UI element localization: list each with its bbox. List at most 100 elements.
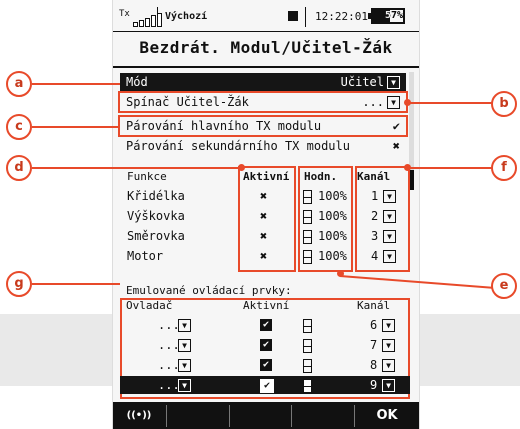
emulated-channel[interactable]: 9 [370,376,377,394]
callout-b: b [491,91,517,117]
switch-label: Spínač Učitel-Žák [126,95,249,109]
function-channel[interactable]: 3 [371,227,378,245]
dropdown-icon[interactable]: ▼ [382,319,395,332]
mode-label: Mód [126,75,148,89]
teacher-student-switch-row[interactable]: Spínač Učitel-Žák ... ▼ [118,91,408,113]
active-checkbox[interactable]: ✔ [260,359,272,371]
wireless-softkey[interactable]: ((•)) [113,402,165,429]
value-bar-icon [303,250,312,264]
dropdown-icon[interactable]: ▼ [178,379,191,392]
control-header: Ovladač [126,299,173,312]
pair-secondary-label: Párování sekundárního TX modulu [126,139,350,153]
function-active-toggle[interactable]: ✖ [260,207,267,225]
emulated-channel-header: Kanál [357,299,391,312]
dropdown-icon[interactable]: ▼ [178,319,191,332]
emulated-active-header: Aktivní [243,299,290,312]
battery-level: 57% [385,10,404,21]
page-title: Bezdrát. Modul/Učitel-Žák [139,38,393,57]
dropdown-icon[interactable]: ▼ [387,96,400,109]
tx-label: Tx [119,9,130,19]
function-name: Křidélka [127,189,185,203]
function-value[interactable]: 100% [318,227,347,245]
emulated-control[interactable]: ... [158,336,180,354]
emulated-channel[interactable]: 8 [370,356,377,374]
battery-icon: 57% [368,8,405,24]
dropdown-icon[interactable]: ▼ [383,250,396,263]
callout-line [32,167,242,169]
mode-row[interactable]: Mód Učitel ▼ [120,73,406,91]
active-checkbox[interactable]: ✔ [260,339,272,351]
value-bar-icon [303,190,312,204]
pair-primary-label: Párování hlavního TX modulu [126,119,322,133]
callout-a: a [6,71,32,97]
divider [305,7,306,27]
callout-line [32,283,120,285]
emulated-row[interactable]: ... ▼ ✔ 8 ▼ [120,356,410,374]
function-channel[interactable]: 1 [371,187,378,205]
callout-f: f [491,155,517,181]
pair-secondary-status: ✖ [392,139,400,153]
callout-g: g [6,271,32,297]
callout-line [32,83,120,85]
function-name: Směrovka [127,229,185,243]
softkey-3[interactable] [230,402,290,429]
callout-c: c [6,114,32,140]
model-name: Výchozí [165,11,208,22]
active-checkbox[interactable]: ✔ [260,379,274,393]
pair-primary-status: ✔ [392,119,400,133]
mode-value: Učitel [340,75,384,89]
ok-softkey[interactable]: OK [355,402,419,429]
function-channel[interactable]: 2 [371,207,378,225]
emulated-control[interactable]: ... [158,376,180,394]
callout-line [408,167,492,169]
dropdown-icon[interactable]: ▼ [178,339,191,352]
pair-primary-row[interactable]: Párování hlavního TX modulu ✔ [118,115,408,137]
functions-header: Funkce [127,170,167,183]
callout-e: e [491,273,517,299]
emulated-row[interactable]: ... ▼ ✔ 6 ▼ [120,316,410,334]
value-bar-icon [303,319,312,333]
function-value[interactable]: 100% [318,247,347,265]
emulated-channel[interactable]: 6 [370,316,377,334]
pair-secondary-row[interactable]: Párování sekundárního TX modulu ✖ [120,137,406,155]
signal-strength-icon [133,13,163,27]
function-value[interactable]: 100% [318,187,347,205]
function-value[interactable]: 100% [318,207,347,225]
dropdown-icon[interactable]: ▼ [387,76,400,89]
dropdown-icon[interactable]: ▼ [382,339,395,352]
function-channel[interactable]: 4 [371,247,378,265]
dropdown-icon[interactable]: ▼ [383,210,396,223]
function-active-toggle[interactable]: ✖ [260,227,267,245]
function-active-toggle[interactable]: ✖ [260,247,267,265]
emulated-row[interactable]: ... ▼ ✔ 9 ▼ [120,376,410,394]
emulated-channel[interactable]: 7 [370,336,377,354]
dropdown-icon[interactable]: ▼ [382,379,395,392]
divider [157,7,158,27]
value-bar-icon [303,339,312,353]
value-bar-icon [303,230,312,244]
switch-value: ... [362,95,384,109]
function-name: Výškovka [127,209,185,223]
record-icon [288,11,298,21]
dropdown-icon[interactable]: ▼ [382,359,395,372]
callout-dot [238,164,245,171]
value-bar-icon [303,210,312,224]
status-bar: Tx Výchozí 12:22:01 57% [113,5,419,29]
divider [113,66,419,68]
emulated-control[interactable]: ... [158,356,180,374]
emulated-control[interactable]: ... [158,316,180,334]
callout-line [32,126,120,128]
active-checkbox[interactable]: ✔ [260,319,272,331]
transmitter-screen: Tx Výchozí 12:22:01 57% Bezdrát. Modul/U… [112,0,420,429]
dropdown-icon[interactable]: ▼ [178,359,191,372]
softkey-4[interactable] [292,402,352,429]
dropdown-icon[interactable]: ▼ [383,190,396,203]
softkey-bar: ((•)) OK [113,402,419,429]
dropdown-icon[interactable]: ▼ [383,230,396,243]
divider [113,31,419,32]
value-bar-icon [303,379,312,393]
function-active-toggle[interactable]: ✖ [260,187,267,205]
emulated-row[interactable]: ... ▼ ✔ 7 ▼ [120,336,410,354]
softkey-2[interactable] [167,402,227,429]
function-name: Motor [127,249,164,263]
